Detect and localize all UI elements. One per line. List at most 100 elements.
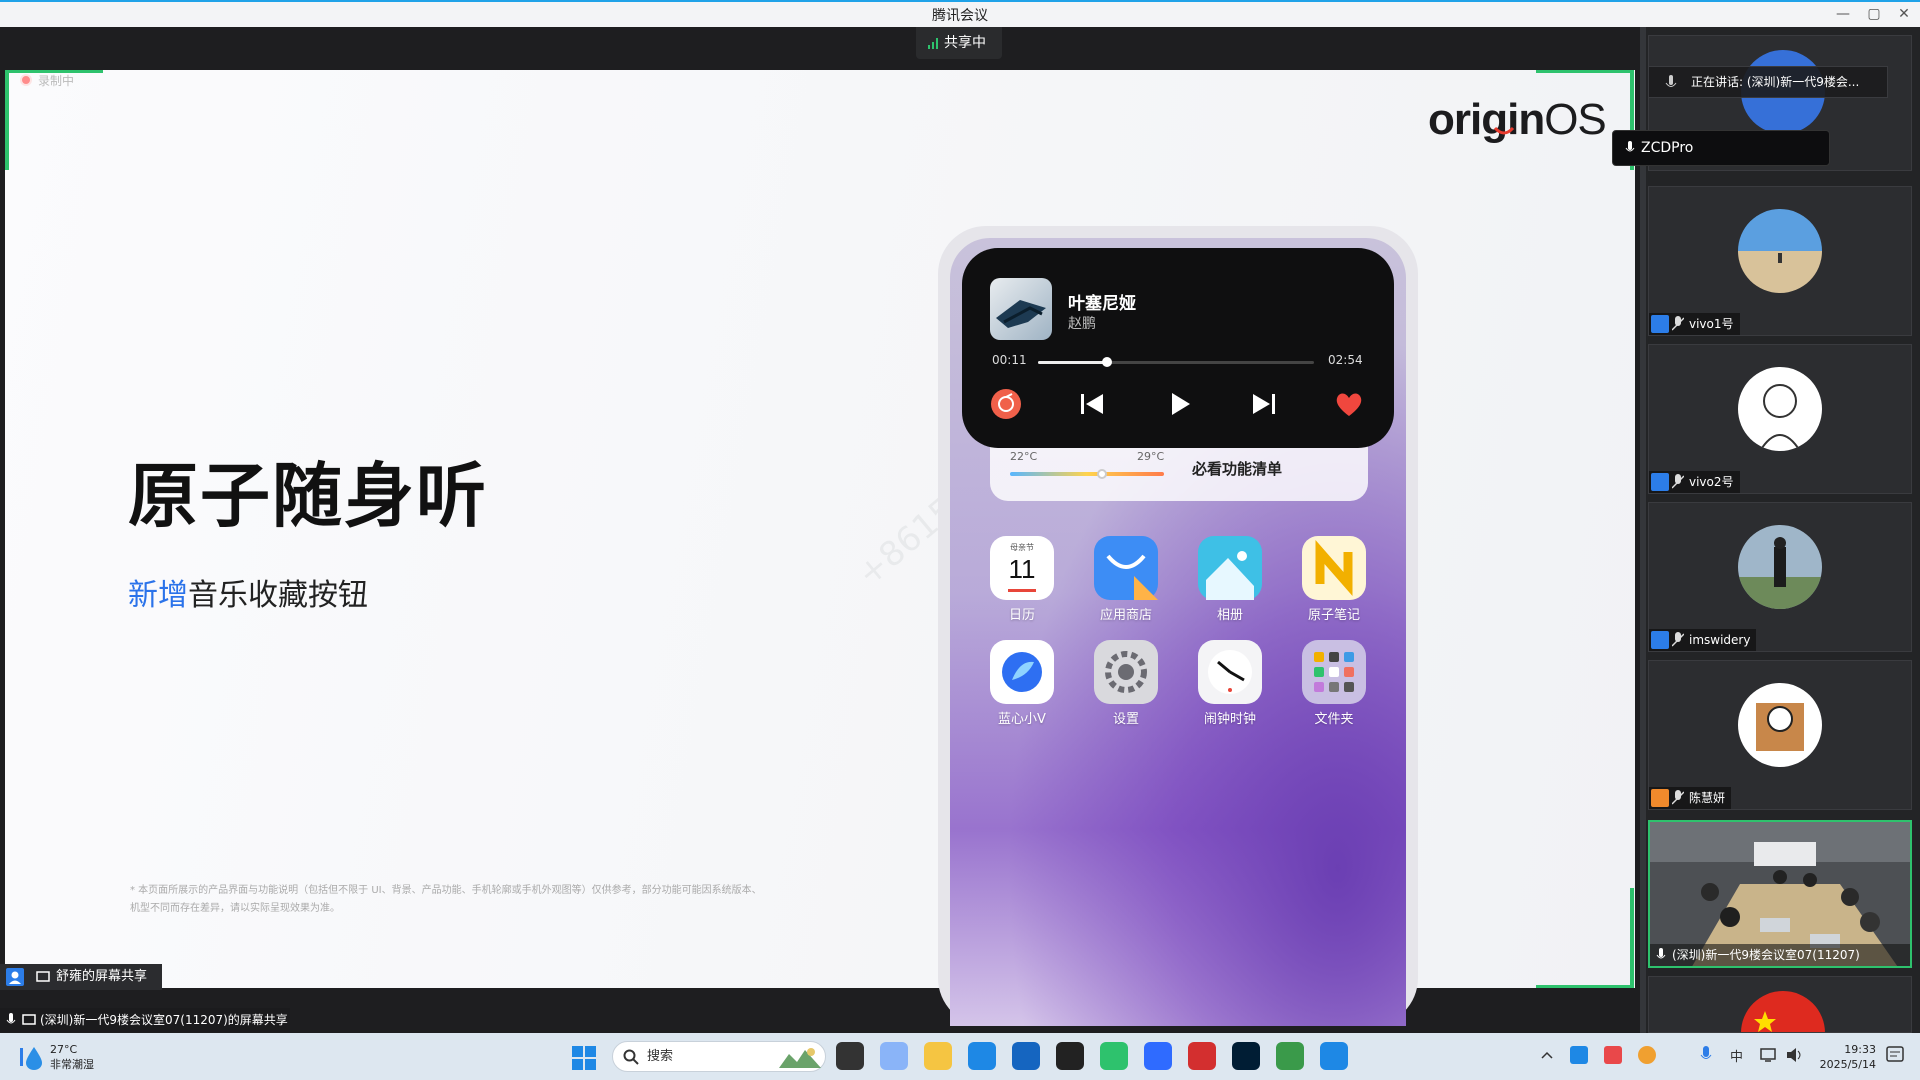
avatar	[1738, 209, 1822, 293]
minimize-button[interactable]: —	[1829, 4, 1857, 24]
volume-icon[interactable]	[1786, 1047, 1804, 1063]
app-label: 原子笔记	[1307, 608, 1360, 623]
windows-start-icon[interactable]	[572, 1046, 596, 1070]
remote-desktop-icon[interactable]	[1276, 1042, 1304, 1070]
photoshop-icon[interactable]	[1232, 1042, 1260, 1070]
sharing-status-button[interactable]: 共享中	[916, 27, 1002, 59]
participant-name-tag: vivo1号	[1649, 313, 1740, 335]
task-view-icon[interactable]	[836, 1042, 864, 1070]
tray-app-icon[interactable]	[1638, 1046, 1656, 1064]
app-label: 闹钟时钟	[1203, 712, 1256, 727]
participant-name-tag: vivo2号	[1649, 471, 1740, 493]
chevron-up-icon[interactable]	[1540, 1050, 1554, 1060]
participant-name: vivo2号	[1689, 475, 1734, 489]
temperature-high: 29°C	[1137, 450, 1165, 463]
taskbar-temperature: 27°C	[50, 1043, 78, 1056]
recording-label: 录制中	[38, 74, 75, 88]
app-store-icon[interactable]	[1094, 536, 1158, 600]
participant-name: vivo1号	[1689, 317, 1734, 331]
previous-track-icon[interactable]	[1076, 388, 1108, 420]
participant-name: 陈慧妍	[1689, 791, 1726, 805]
edge-browser-icon[interactable]	[968, 1042, 996, 1070]
maximize-button[interactable]: ▢	[1860, 4, 1888, 24]
windows-taskbar	[0, 1033, 1920, 1080]
logo-smile-mark	[1493, 126, 1515, 135]
share-status-bar: (深圳)新一代9楼会议室07(11207)的屏幕共享	[0, 1008, 290, 1032]
share-frame-corner	[1536, 985, 1634, 988]
taskbar-clock[interactable]: 19:33 2025/5/14	[1816, 1042, 1876, 1072]
copilot-icon[interactable]	[880, 1042, 908, 1070]
participant-tile[interactable]: vivo2号	[1648, 344, 1912, 494]
weather-icon[interactable]	[20, 1044, 46, 1070]
participant-name: imswidery	[1689, 633, 1751, 647]
record-icon[interactable]	[1188, 1042, 1216, 1070]
user-icon	[1651, 789, 1669, 807]
play-icon[interactable]	[1163, 388, 1195, 420]
network-icon[interactable]	[1760, 1047, 1778, 1063]
next-track-icon[interactable]	[1248, 388, 1280, 420]
search-icon	[623, 1049, 639, 1065]
slide-disclaimer: * 本页面所展示的产品界面与功能说明（包括但不限于 UI、背景、产品功能、手机轮…	[130, 885, 762, 914]
share-frame-corner	[1536, 70, 1634, 73]
assistant-icon[interactable]	[990, 640, 1054, 704]
slide-headline: 原子随身听	[128, 455, 488, 537]
microphone-muted-icon	[1671, 632, 1685, 648]
participant-tile[interactable]: imswidery	[1648, 502, 1912, 652]
avatar	[1741, 991, 1825, 1032]
app-label: 蓝心小V	[998, 712, 1046, 727]
speaking-indicator: 正在讲话: (深圳)新一代9楼会...	[1648, 66, 1888, 98]
microphone-icon[interactable]	[1700, 1046, 1712, 1064]
user-icon	[1651, 473, 1669, 491]
gallery-icon[interactable]	[1198, 536, 1262, 600]
file-explorer-icon[interactable]	[924, 1042, 952, 1070]
taskbar-weather[interactable]: 27°C 非常潮湿	[50, 1042, 94, 1072]
speaking-text: 正在讲话: (深圳)新一代9楼会...	[1691, 75, 1860, 89]
microphone-icon	[1656, 948, 1666, 959]
temperature-low: 22°C	[1010, 450, 1038, 463]
progress-slider[interactable]	[1102, 357, 1112, 367]
taskbar-search[interactable]: 搜索	[612, 1041, 826, 1072]
notification-icon[interactable]	[1886, 1046, 1904, 1064]
input-method-indicator[interactable]: 中	[1730, 1046, 1743, 1065]
calendar-icon[interactable]: 母亲节 11	[990, 536, 1054, 600]
feishu-icon[interactable]	[1144, 1042, 1172, 1070]
search-placeholder: 搜索	[647, 1049, 674, 1064]
slide-subline: 新增音乐收藏按钮	[128, 570, 368, 614]
clock-date: 2025/5/14	[1819, 1058, 1876, 1071]
subline-highlight: 新增	[128, 578, 188, 613]
window-title: 腾讯会议	[932, 8, 988, 24]
music-app-icon[interactable]	[990, 388, 1022, 420]
wechat-icon[interactable]	[1100, 1042, 1128, 1070]
participant-tile[interactable]	[1648, 976, 1912, 1033]
qq-icon[interactable]	[1056, 1042, 1084, 1070]
folder-icon[interactable]	[1302, 640, 1366, 704]
close-button[interactable]: ✕	[1890, 4, 1918, 24]
participant-tile[interactable]: 陈慧妍	[1648, 660, 1912, 810]
clock-time: 19:33	[1844, 1043, 1876, 1056]
screen-share-owner-chip[interactable]: 舒雍的屏幕共享	[0, 964, 162, 990]
avatar	[1738, 367, 1822, 451]
settings-icon[interactable]	[1094, 640, 1158, 704]
clock-icon[interactable]	[1198, 640, 1262, 704]
notes-icon[interactable]	[1302, 536, 1366, 600]
tray-app-icon[interactable]	[1570, 1046, 1588, 1064]
participant-name-tag: 陈慧妍	[1649, 787, 1732, 809]
participant-tile[interactable]: vivo1号	[1648, 186, 1912, 336]
favorite-heart-icon[interactable]	[1333, 388, 1365, 420]
time-current: 00:11	[992, 353, 1027, 367]
tencent-meeting-icon[interactable]	[1320, 1042, 1348, 1070]
recording-icon	[20, 74, 32, 86]
participant-name-tag: imswidery	[1649, 629, 1757, 651]
avatar	[1738, 683, 1822, 767]
microphone-muted-icon	[1671, 316, 1685, 332]
microphone-muted-icon	[1671, 790, 1685, 806]
sharing-status-label: 共享中	[944, 35, 986, 51]
active-speaker-video[interactable]: (深圳)新一代9楼会议室07(11207)	[1648, 820, 1912, 968]
window-title-bar: 腾讯会议 — ▢ ✕	[0, 0, 1920, 27]
room-name-tag: (深圳)新一代9楼会议室07(11207)	[1650, 944, 1910, 966]
subline-text: 音乐收藏按钮	[188, 578, 368, 613]
user-icon	[6, 968, 24, 986]
screen-share-owner-label: 舒雍的屏幕共享	[56, 969, 148, 984]
tray-app-icon[interactable]	[1604, 1046, 1622, 1064]
store-icon[interactable]	[1012, 1042, 1040, 1070]
